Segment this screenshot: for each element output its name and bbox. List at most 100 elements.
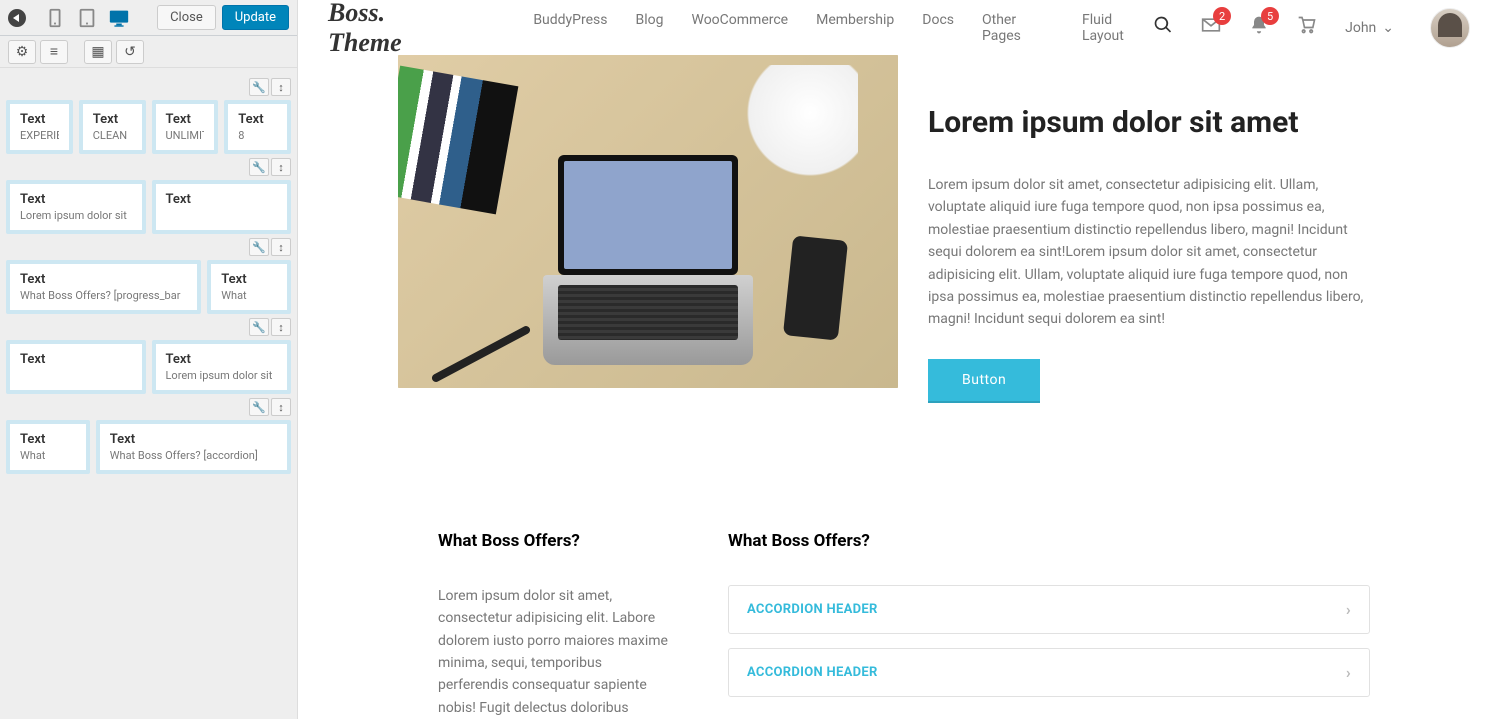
device-switcher (44, 7, 130, 29)
widget-row: TextEXPERIETextCLEANTextUNLIMITText8 (6, 100, 291, 154)
row-edit-icon[interactable]: 🔧 (249, 238, 269, 256)
row-actions: 🔧↕ (6, 398, 291, 416)
offers-section: What Boss Offers? Lorem ipsum dolor sit … (298, 441, 1500, 719)
widget-title: Text (166, 112, 205, 127)
update-button[interactable]: Update (222, 5, 289, 30)
editor-topbar-right: Close Update (157, 5, 289, 30)
mail-badge: 2 (1213, 7, 1231, 25)
widget-title: Text (20, 432, 76, 447)
text-widget[interactable]: Text What (207, 260, 291, 314)
row-move-icon[interactable]: ↕ (271, 318, 291, 336)
text-widget[interactable]: Text Lorem ipsum dolor sit (6, 180, 146, 234)
search-icon[interactable] (1153, 15, 1173, 40)
text-widget[interactable]: Text (152, 180, 292, 234)
widget-subtitle: CLEAN (93, 129, 132, 142)
widget-subtitle: What Boss Offers? [accordion] (110, 449, 277, 462)
revert-icon[interactable]: ↺ (116, 40, 144, 64)
nav-link[interactable]: Membership (816, 12, 894, 44)
layout-icon[interactable]: ▦ (84, 40, 112, 64)
close-button[interactable]: Close (157, 5, 216, 30)
widget-row: Text TextLorem ipsum dolor sit (6, 340, 291, 394)
widget-title: Text (20, 112, 59, 127)
nav-link[interactable]: Blog (636, 12, 664, 44)
widget-title: Text (221, 272, 277, 287)
widget-title: Text (238, 112, 277, 127)
device-desktop-icon[interactable] (108, 7, 130, 29)
accordion-header: ACCORDION HEADER (747, 602, 878, 617)
offers-heading: What Boss Offers? (438, 531, 668, 551)
device-tablet-icon[interactable] (76, 7, 98, 29)
brand-logo[interactable]: Boss. Theme (328, 0, 463, 58)
site-header: Boss. Theme BuddyPress Blog WooCommerce Mem… (298, 0, 1500, 55)
cart-icon[interactable] (1297, 15, 1317, 40)
widget-title: Text (20, 192, 132, 207)
row-move-icon[interactable]: ↕ (271, 398, 291, 416)
widget-title: Text (166, 192, 278, 207)
preview-pane: Boss. Theme BuddyPress Blog WooCommerce Mem… (298, 0, 1500, 719)
widget-subtitle: Lorem ipsum dolor sit (166, 369, 278, 382)
back-icon[interactable] (8, 9, 26, 27)
mail-icon[interactable]: 2 (1201, 15, 1221, 40)
avatar[interactable] (1430, 8, 1470, 48)
widget-row: Text What TextWhat Boss Offers? [accordion… (6, 420, 291, 474)
nav-link[interactable]: Docs (922, 12, 954, 44)
header-right: 2 5 John ⌄ (1153, 8, 1470, 48)
accordion-item[interactable]: ACCORDION HEADER › (728, 648, 1370, 697)
chevron-down-icon: ⌄ (1382, 20, 1394, 36)
nav-link[interactable]: WooCommerce (691, 12, 788, 44)
widget-subtitle: What Boss Offers? [progress_bar (20, 289, 187, 302)
bell-badge: 5 (1261, 7, 1279, 25)
hero-button[interactable]: Button (928, 359, 1040, 401)
editor-rows: 🔧↕TextEXPERIETextCLEANTextUNLIMITText8🔧↕… (0, 68, 297, 719)
row-actions: 🔧↕ (6, 318, 291, 336)
list-icon[interactable]: ≡ (40, 40, 68, 64)
row-edit-icon[interactable]: 🔧 (249, 78, 269, 96)
user-menu[interactable]: John ⌄ (1345, 20, 1394, 36)
offers-text-col: What Boss Offers? Lorem ipsum dolor sit … (438, 531, 668, 719)
main-nav: BuddyPress Blog WooCommerce Membership Docs O… (533, 12, 1153, 44)
user-name: John (1345, 20, 1376, 36)
row-move-icon[interactable]: ↕ (271, 158, 291, 176)
widget-subtitle: What (20, 449, 76, 462)
hero-body: Lorem ipsum dolor sit amet, consectetur … (928, 174, 1368, 331)
nav-link[interactable]: Fluid Layout (1082, 12, 1153, 44)
text-widget[interactable]: Text CLEAN (79, 100, 146, 154)
text-widget[interactable]: Text What Boss Offers? [progress_bar (6, 260, 201, 314)
row-move-icon[interactable]: ↕ (271, 78, 291, 96)
widget-subtitle: Lorem ipsum dolor sit (20, 209, 132, 222)
text-widget[interactable]: Text What (6, 420, 90, 474)
widget-subtitle: 8 (238, 129, 277, 142)
row-edit-icon[interactable]: 🔧 (249, 318, 269, 336)
device-mobile-icon[interactable] (44, 7, 66, 29)
row-actions: 🔧↕ (6, 78, 291, 96)
chevron-right-icon: › (1346, 663, 1351, 682)
widget-subtitle: What (221, 289, 277, 302)
widget-subtitle: UNLIMIT (166, 129, 205, 142)
nav-link[interactable]: BuddyPress (533, 12, 607, 44)
accordion-header: ACCORDION HEADER (747, 665, 878, 680)
editor-sidebar: Close Update ⚙ ≡ ▦ ↺ 🔧↕TextEXPERIETextCL… (0, 0, 298, 719)
editor-topbar-left (8, 7, 130, 29)
chevron-right-icon: › (1346, 600, 1351, 619)
row-actions: 🔧↕ (6, 238, 291, 256)
hero-image (398, 55, 898, 388)
nav-link[interactable]: Other Pages (982, 12, 1054, 44)
widget-title: Text (20, 352, 132, 367)
widget-row: Text What Boss Offers? [progress_bar Text W… (6, 260, 291, 314)
text-widget[interactable]: Text UNLIMIT (152, 100, 219, 154)
settings-icon[interactable]: ⚙ (8, 40, 36, 64)
widget-title: Text (20, 272, 187, 287)
text-widget[interactable]: TextWhat Boss Offers? [accordion] (96, 420, 291, 474)
row-edit-icon[interactable]: 🔧 (249, 398, 269, 416)
row-move-icon[interactable]: ↕ (271, 238, 291, 256)
text-widget[interactable]: Text 8 (224, 100, 291, 154)
bell-icon[interactable]: 5 (1249, 15, 1269, 40)
hero-section: Lorem ipsum dolor sit amet Lorem ipsum d… (298, 55, 1500, 441)
row-edit-icon[interactable]: 🔧 (249, 158, 269, 176)
text-widget[interactable]: TextEXPERIE (6, 100, 73, 154)
text-widget[interactable]: Text (6, 340, 146, 394)
accordion-item[interactable]: ACCORDION HEADER › (728, 585, 1370, 634)
offers-accordion-col: What Boss Offers? ACCORDION HEADER›ACCOR… (728, 531, 1370, 719)
text-widget[interactable]: TextLorem ipsum dolor sit (152, 340, 292, 394)
widget-title: Text (93, 112, 132, 127)
